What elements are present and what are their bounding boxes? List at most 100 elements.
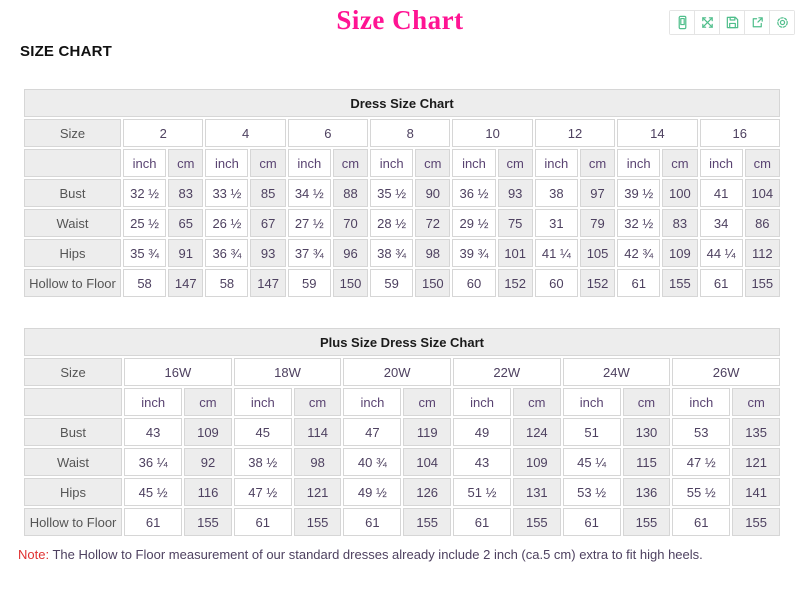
size-header: 22W <box>452 358 561 386</box>
save-button[interactable] <box>720 11 745 34</box>
table-row: Hollow to Floor 61 155 61 155 61 155 61 155 61 155… <box>24 508 780 536</box>
data-cell: 85 <box>250 179 286 207</box>
data-cell: 47 ½ <box>672 448 731 476</box>
data-cell: 45 ½ <box>124 478 183 506</box>
size-chart-table: Plus Size Dress Size Chart Size 16W 18W 20W 2… <box>22 326 782 538</box>
data-cell: 58 <box>123 269 167 297</box>
mobile-icon <box>678 15 686 30</box>
data-cell: 98 <box>415 239 451 267</box>
data-cell: 98 <box>293 448 342 476</box>
data-cell: 45 ¼ <box>562 448 621 476</box>
fullscreen-button[interactable] <box>695 11 720 34</box>
data-cell: 96 <box>332 239 369 267</box>
row-label: Bust <box>24 418 123 446</box>
unit-header-cm: cm <box>513 388 561 416</box>
data-cell: 121 <box>293 478 342 506</box>
unit-header-cm: cm <box>332 149 369 177</box>
data-cell: 39 ½ <box>617 179 661 207</box>
size-row-label: Size <box>24 119 122 147</box>
unit-header-inch: inch <box>287 149 331 177</box>
data-cell: 43 <box>452 448 512 476</box>
data-cell: 34 ½ <box>287 179 331 207</box>
size-header: 12 <box>534 119 616 147</box>
data-cell: 43 <box>124 418 183 446</box>
data-cell: 51 ½ <box>452 478 512 506</box>
data-cell: 36 ¼ <box>124 448 183 476</box>
data-cell: 61 <box>672 508 731 536</box>
note-label: Note: <box>18 547 50 562</box>
unit-header-cm: cm <box>250 149 286 177</box>
data-cell: 44 ¼ <box>699 239 743 267</box>
table-row: Waist 25 ½ 65 26 ½ 67 27 ½ 70 28 ½ 72 29 ½ 75 31 79 3… <box>24 209 780 237</box>
size-header: 10 <box>452 119 533 147</box>
data-cell: 100 <box>662 179 698 207</box>
unit-header-cm: cm <box>293 388 342 416</box>
data-cell: 31 <box>534 209 578 237</box>
unit-header-inch: inch <box>205 149 249 177</box>
data-cell: 155 <box>662 269 698 297</box>
toolbar <box>669 10 795 35</box>
data-cell: 152 <box>579 269 616 297</box>
data-cell: 36 ½ <box>452 179 496 207</box>
data-cell: 38 ¾ <box>370 239 414 267</box>
data-cell: 150 <box>332 269 369 297</box>
data-cell: 33 ½ <box>205 179 249 207</box>
unit-header-cm: cm <box>744 149 780 177</box>
data-cell: 147 <box>250 269 286 297</box>
share-button[interactable] <box>745 11 770 34</box>
data-cell: 38 <box>534 179 578 207</box>
unit-header-cm: cm <box>732 388 780 416</box>
unit-header-inch: inch <box>124 388 183 416</box>
data-cell: 45 <box>233 418 292 446</box>
data-cell: 93 <box>250 239 286 267</box>
data-cell: 101 <box>497 239 533 267</box>
data-cell: 32 ½ <box>123 179 167 207</box>
size-header: 20W <box>343 358 451 386</box>
unit-header-inch: inch <box>233 388 292 416</box>
unit-header-inch: inch <box>534 149 578 177</box>
tables-container: Dress Size Chart Size 2 4 6 8 10 12 14 16 inch cm in… <box>0 87 800 538</box>
data-cell: 152 <box>497 269 533 297</box>
data-cell: 47 <box>343 418 402 446</box>
unit-header-inch: inch <box>562 388 621 416</box>
settings-button[interactable] <box>770 11 794 34</box>
data-cell: 155 <box>184 508 232 536</box>
data-cell: 61 <box>452 508 512 536</box>
data-cell: 147 <box>168 269 204 297</box>
size-header: 2 <box>123 119 204 147</box>
data-cell: 39 ¾ <box>452 239 496 267</box>
data-cell: 38 ½ <box>233 448 292 476</box>
mobile-button[interactable] <box>670 11 695 34</box>
unit-header-inch: inch <box>370 149 414 177</box>
unit-header-cm: cm <box>168 149 204 177</box>
share-icon <box>752 17 763 28</box>
data-cell: 49 ½ <box>343 478 402 506</box>
size-header: 24W <box>562 358 671 386</box>
size-header: 4 <box>205 119 286 147</box>
data-cell: 83 <box>662 209 698 237</box>
data-cell: 155 <box>513 508 561 536</box>
unit-header-inch: inch <box>699 149 743 177</box>
data-cell: 61 <box>699 269 743 297</box>
data-cell: 61 <box>562 508 621 536</box>
data-cell: 25 ½ <box>123 209 167 237</box>
table-row: Hollow to Floor 58 147 58 147 59 150 59 150 60 152… <box>24 269 780 297</box>
data-cell: 83 <box>168 179 204 207</box>
size-header: 6 <box>287 119 369 147</box>
data-cell: 90 <box>415 179 451 207</box>
settings-icon <box>776 17 788 28</box>
data-cell: 155 <box>744 269 780 297</box>
data-cell: 105 <box>579 239 616 267</box>
fullscreen-icon <box>701 17 713 28</box>
data-cell: 72 <box>415 209 451 237</box>
size-header: 16 <box>699 119 780 147</box>
data-cell: 114 <box>293 418 342 446</box>
data-cell: 70 <box>332 209 369 237</box>
data-cell: 29 ½ <box>452 209 496 237</box>
note-text: The Hollow to Floor measurement of our s… <box>49 547 703 562</box>
data-cell: 34 <box>699 209 743 237</box>
data-cell: 41 ¼ <box>534 239 578 267</box>
size-chart-table: Dress Size Chart Size 2 4 6 8 10 12 14 16 inch cm in… <box>22 87 782 299</box>
data-cell: 131 <box>513 478 561 506</box>
row-label: Hollow to Floor <box>24 269 122 297</box>
